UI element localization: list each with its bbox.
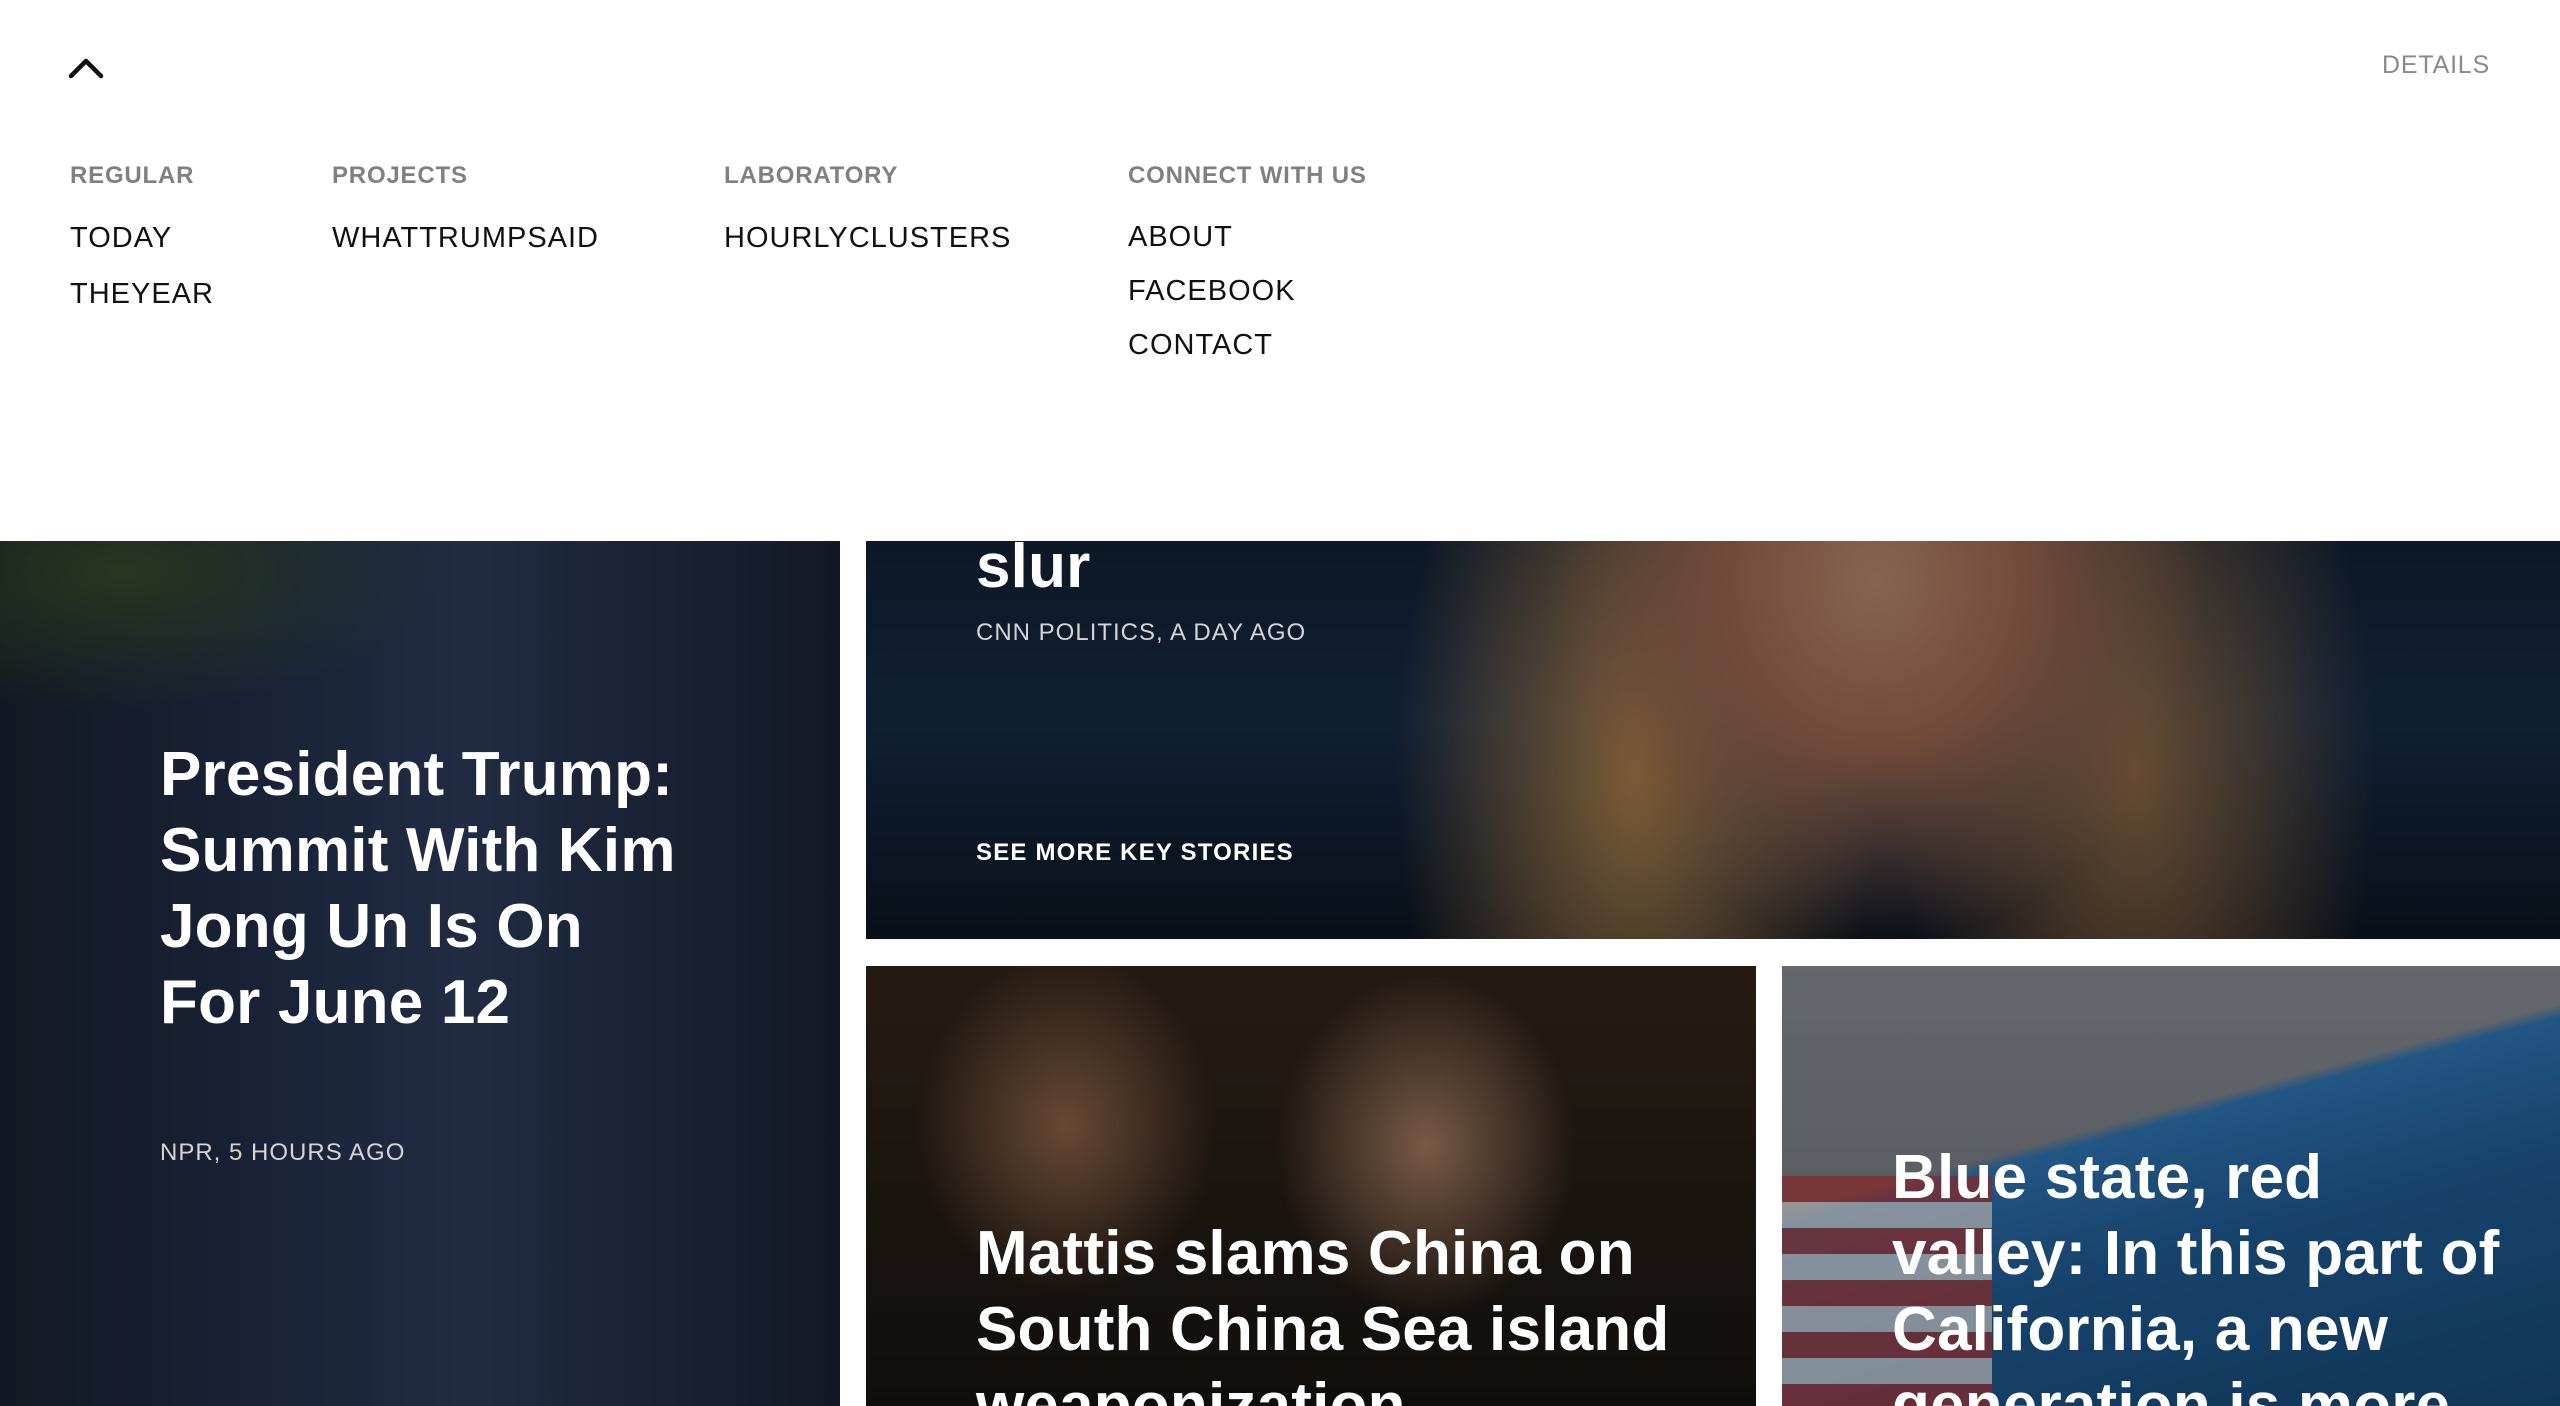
see-more-key-stories-link[interactable]: SEE MORE KEY STORIES [976, 839, 1294, 867]
expanded-menu-panel: DETAILS REGULAR TODAY THEYEAR PROJECTS W… [0, 0, 2560, 541]
menu-heading-regular: REGULAR [70, 162, 195, 189]
menu-item-about[interactable]: ABOUT [1128, 210, 1367, 264]
story-grid: President Trump: Summit With Kim Jong Un… [0, 541, 2560, 1406]
chevron-up-icon [68, 58, 104, 79]
story-title[interactable]: Blue state, red valley: In this part of … [1892, 1140, 2532, 1406]
menu-item-theyear[interactable]: THEYEAR [70, 266, 214, 322]
menu-item-hourlyclusters[interactable]: HOURLYCLUSTERS [724, 210, 1011, 266]
story-title[interactable]: President Trump: Summit With Kim Jong Un… [160, 737, 680, 1041]
collapse-menu-button[interactable] [66, 50, 106, 90]
story-card-key-story[interactable]: slur CNN POLITICS, A DAY AGO SEE MORE KE… [866, 541, 2560, 939]
details-link[interactable]: DETAILS [2382, 51, 2490, 80]
menu-column-laboratory: LABORATORY HOURLYCLUSTERS [724, 162, 1011, 266]
menu-heading-projects: PROJECTS [332, 162, 468, 189]
menu-item-contact[interactable]: CONTACT [1128, 318, 1367, 372]
menu-item-whattrumpsaid[interactable]: WHATTRUMPSAID [332, 210, 599, 266]
story-source-time: CNN POLITICS, A DAY AGO [976, 619, 1307, 646]
story-card-mattis[interactable]: Mattis slams China on South China Sea is… [866, 966, 1756, 1406]
menu-heading-laboratory: LABORATORY [724, 162, 899, 189]
menu-item-facebook[interactable]: FACEBOOK [1128, 264, 1367, 318]
story-card-blue-state[interactable]: Blue state, red valley: In this part of … [1782, 966, 2560, 1406]
story-card-trump-summit[interactable]: President Trump: Summit With Kim Jong Un… [0, 541, 840, 1406]
menu-column-connect: CONNECT WITH US ABOUT FACEBOOK CONTACT [1128, 162, 1367, 372]
menu-item-today[interactable]: TODAY [70, 210, 214, 266]
story-title[interactable]: Mattis slams China on South China Sea is… [976, 1216, 1716, 1406]
story-title-fragment[interactable]: slur [976, 541, 1876, 605]
menu-heading-connect: CONNECT WITH US [1128, 162, 1367, 189]
menu-column-regular: REGULAR TODAY THEYEAR [70, 162, 214, 322]
menu-column-projects: PROJECTS WHATTRUMPSAID [332, 162, 599, 266]
story-source-time: NPR, 5 HOURS AGO [160, 1139, 406, 1166]
